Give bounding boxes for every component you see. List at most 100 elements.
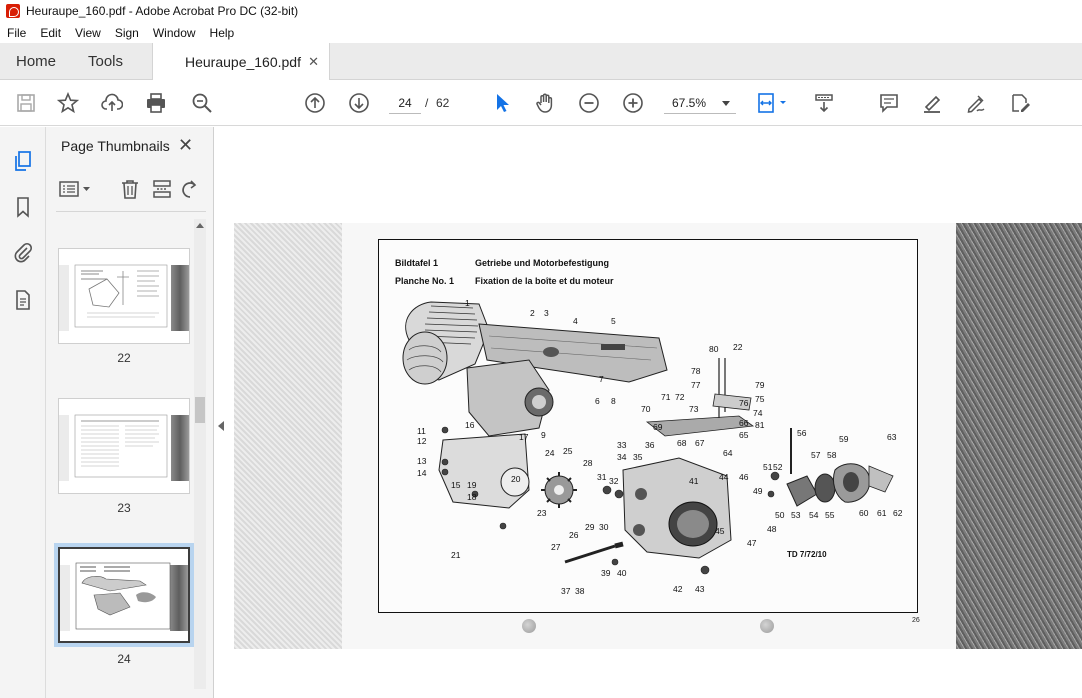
thumbnail-panel: Page Thumbnails ✕ 22 23 24 (46, 127, 214, 698)
page-thumbnails-icon[interactable] (11, 149, 35, 173)
menu-edit[interactable]: Edit (33, 26, 68, 40)
part-label: 49 (753, 486, 763, 496)
thumbnail-page-22[interactable] (58, 248, 190, 344)
part-label: 38 (575, 586, 585, 596)
delete-page-icon[interactable] (118, 177, 142, 201)
zoom-in-icon[interactable] (621, 91, 645, 115)
window-title: Heuraupe_160.pdf - Adobe Acrobat Pro DC … (26, 4, 299, 18)
part-label: 67 (695, 438, 705, 448)
attachments-paperclip-icon[interactable] (11, 241, 35, 265)
part-label: 20 (511, 474, 521, 484)
bookmark-star-icon[interactable] (56, 91, 80, 115)
rotate-page-icon[interactable] (180, 177, 198, 201)
part-label: 72 (675, 392, 685, 402)
part-label: 30 (599, 522, 609, 532)
thumbnail-page-23[interactable] (58, 398, 190, 494)
part-label: 14 (417, 468, 427, 478)
parts-diagram-frame: Bildtafel 1 Getriebe und Motorbefestigun… (378, 239, 918, 613)
part-label: 77 (691, 380, 701, 390)
total-pages: 62 (436, 96, 450, 110)
part-label: 6 (595, 396, 600, 406)
part-label: 15 (451, 480, 461, 490)
part-label: 81 (755, 420, 765, 430)
thumbnail-label-24: 24 (117, 652, 131, 666)
panel-title: Page Thumbnails (61, 138, 170, 154)
menu-help[interactable]: Help (203, 26, 242, 40)
fit-page-icon[interactable] (755, 91, 791, 115)
scan-left-margin (234, 223, 344, 649)
part-label: 54 (809, 510, 819, 520)
thumbnail-options-icon[interactable] (58, 177, 94, 201)
upload-cloud-icon[interactable] (100, 91, 124, 115)
part-label: 48 (767, 524, 777, 534)
scan-right-dark-edge (956, 223, 1082, 649)
part-label: 26 (569, 530, 579, 540)
zoom-out-icon[interactable] (577, 91, 601, 115)
sprocket-gear (541, 472, 577, 508)
part-label: 62 (893, 508, 903, 518)
part-label: 22 (733, 342, 743, 352)
part-label: 71 (661, 392, 671, 402)
part-label: 37 (561, 586, 571, 596)
menu-view[interactable]: View (68, 26, 108, 40)
comment-icon[interactable] (877, 91, 901, 115)
part-label: 13 (417, 456, 427, 466)
close-panel-icon[interactable]: ✕ (178, 135, 193, 156)
part-label: 35 (633, 452, 643, 462)
menu-window[interactable]: Window (146, 26, 203, 40)
save-icon[interactable] (14, 91, 38, 115)
close-tab-icon[interactable]: ✕ (308, 54, 319, 70)
hand-tool-icon[interactable] (533, 91, 557, 115)
binder-hole (760, 619, 774, 633)
thumbnail-preview-24 (75, 562, 171, 630)
part-label: 31 (597, 472, 607, 482)
menu-sign[interactable]: Sign (108, 26, 146, 40)
bookmark-icon[interactable] (11, 195, 35, 219)
select-cursor-icon[interactable] (490, 91, 514, 115)
scroll-mode-icon[interactable] (812, 91, 836, 115)
collapse-panel-arrow-icon[interactable] (218, 421, 224, 431)
menu-file[interactable]: File (0, 26, 33, 40)
thumbnail-label-23: 23 (117, 501, 131, 515)
sign-fill-icon[interactable] (964, 91, 988, 115)
scrollbar-thumb[interactable] (195, 397, 205, 423)
part-label: 76 (739, 398, 749, 408)
scroll-up-arrow-icon[interactable] (196, 223, 204, 228)
part-label: 36 (645, 440, 655, 450)
extract-page-icon[interactable] (150, 177, 174, 201)
drawing-reference-code: TD 7/72/10 (787, 550, 827, 559)
thumbnail-page-24[interactable] (54, 543, 194, 647)
part-label: 47 (747, 538, 757, 548)
next-page-icon[interactable] (347, 91, 371, 115)
highlight-pen-icon[interactable] (920, 91, 944, 115)
part-label: 43 (695, 584, 705, 594)
part-label: 52 (773, 462, 783, 472)
part-label: 2 (530, 308, 535, 318)
part-label: 63 (887, 432, 897, 442)
part-label: 70 (641, 404, 651, 414)
zoom-search-icon[interactable] (190, 91, 214, 115)
zoom-level-select[interactable]: 67.5% (664, 92, 736, 114)
part-label: 32 (609, 476, 619, 486)
panel-divider (56, 211, 206, 212)
part-label: 19 (467, 480, 477, 490)
print-icon[interactable] (144, 91, 168, 115)
tab-tools[interactable]: Tools (72, 43, 142, 79)
document-properties-icon[interactable] (11, 288, 35, 312)
tab-document[interactable]: Heuraupe_160.pdf ✕ (152, 43, 330, 80)
tab-home[interactable]: Home (0, 43, 72, 79)
part-label: 73 (689, 404, 699, 414)
thumbnail-preview-23 (74, 414, 168, 478)
thumbnail-scrollbar[interactable] (194, 219, 206, 689)
acrobat-logo-icon (6, 4, 20, 18)
part-label: 59 (839, 434, 849, 444)
title-bar: Heuraupe_160.pdf - Adobe Acrobat Pro DC … (0, 0, 1082, 22)
previous-page-icon[interactable] (303, 91, 327, 115)
document-view[interactable]: Bildtafel 1 Getriebe und Motorbefestigun… (234, 127, 1082, 698)
page-separator: / (425, 96, 429, 110)
part-label: 34 (617, 452, 627, 462)
edit-pdf-icon[interactable] (1008, 91, 1032, 115)
page-number-input[interactable]: 24 (389, 92, 421, 114)
part-label: 18 (467, 492, 477, 502)
part-label: 61 (877, 508, 887, 518)
